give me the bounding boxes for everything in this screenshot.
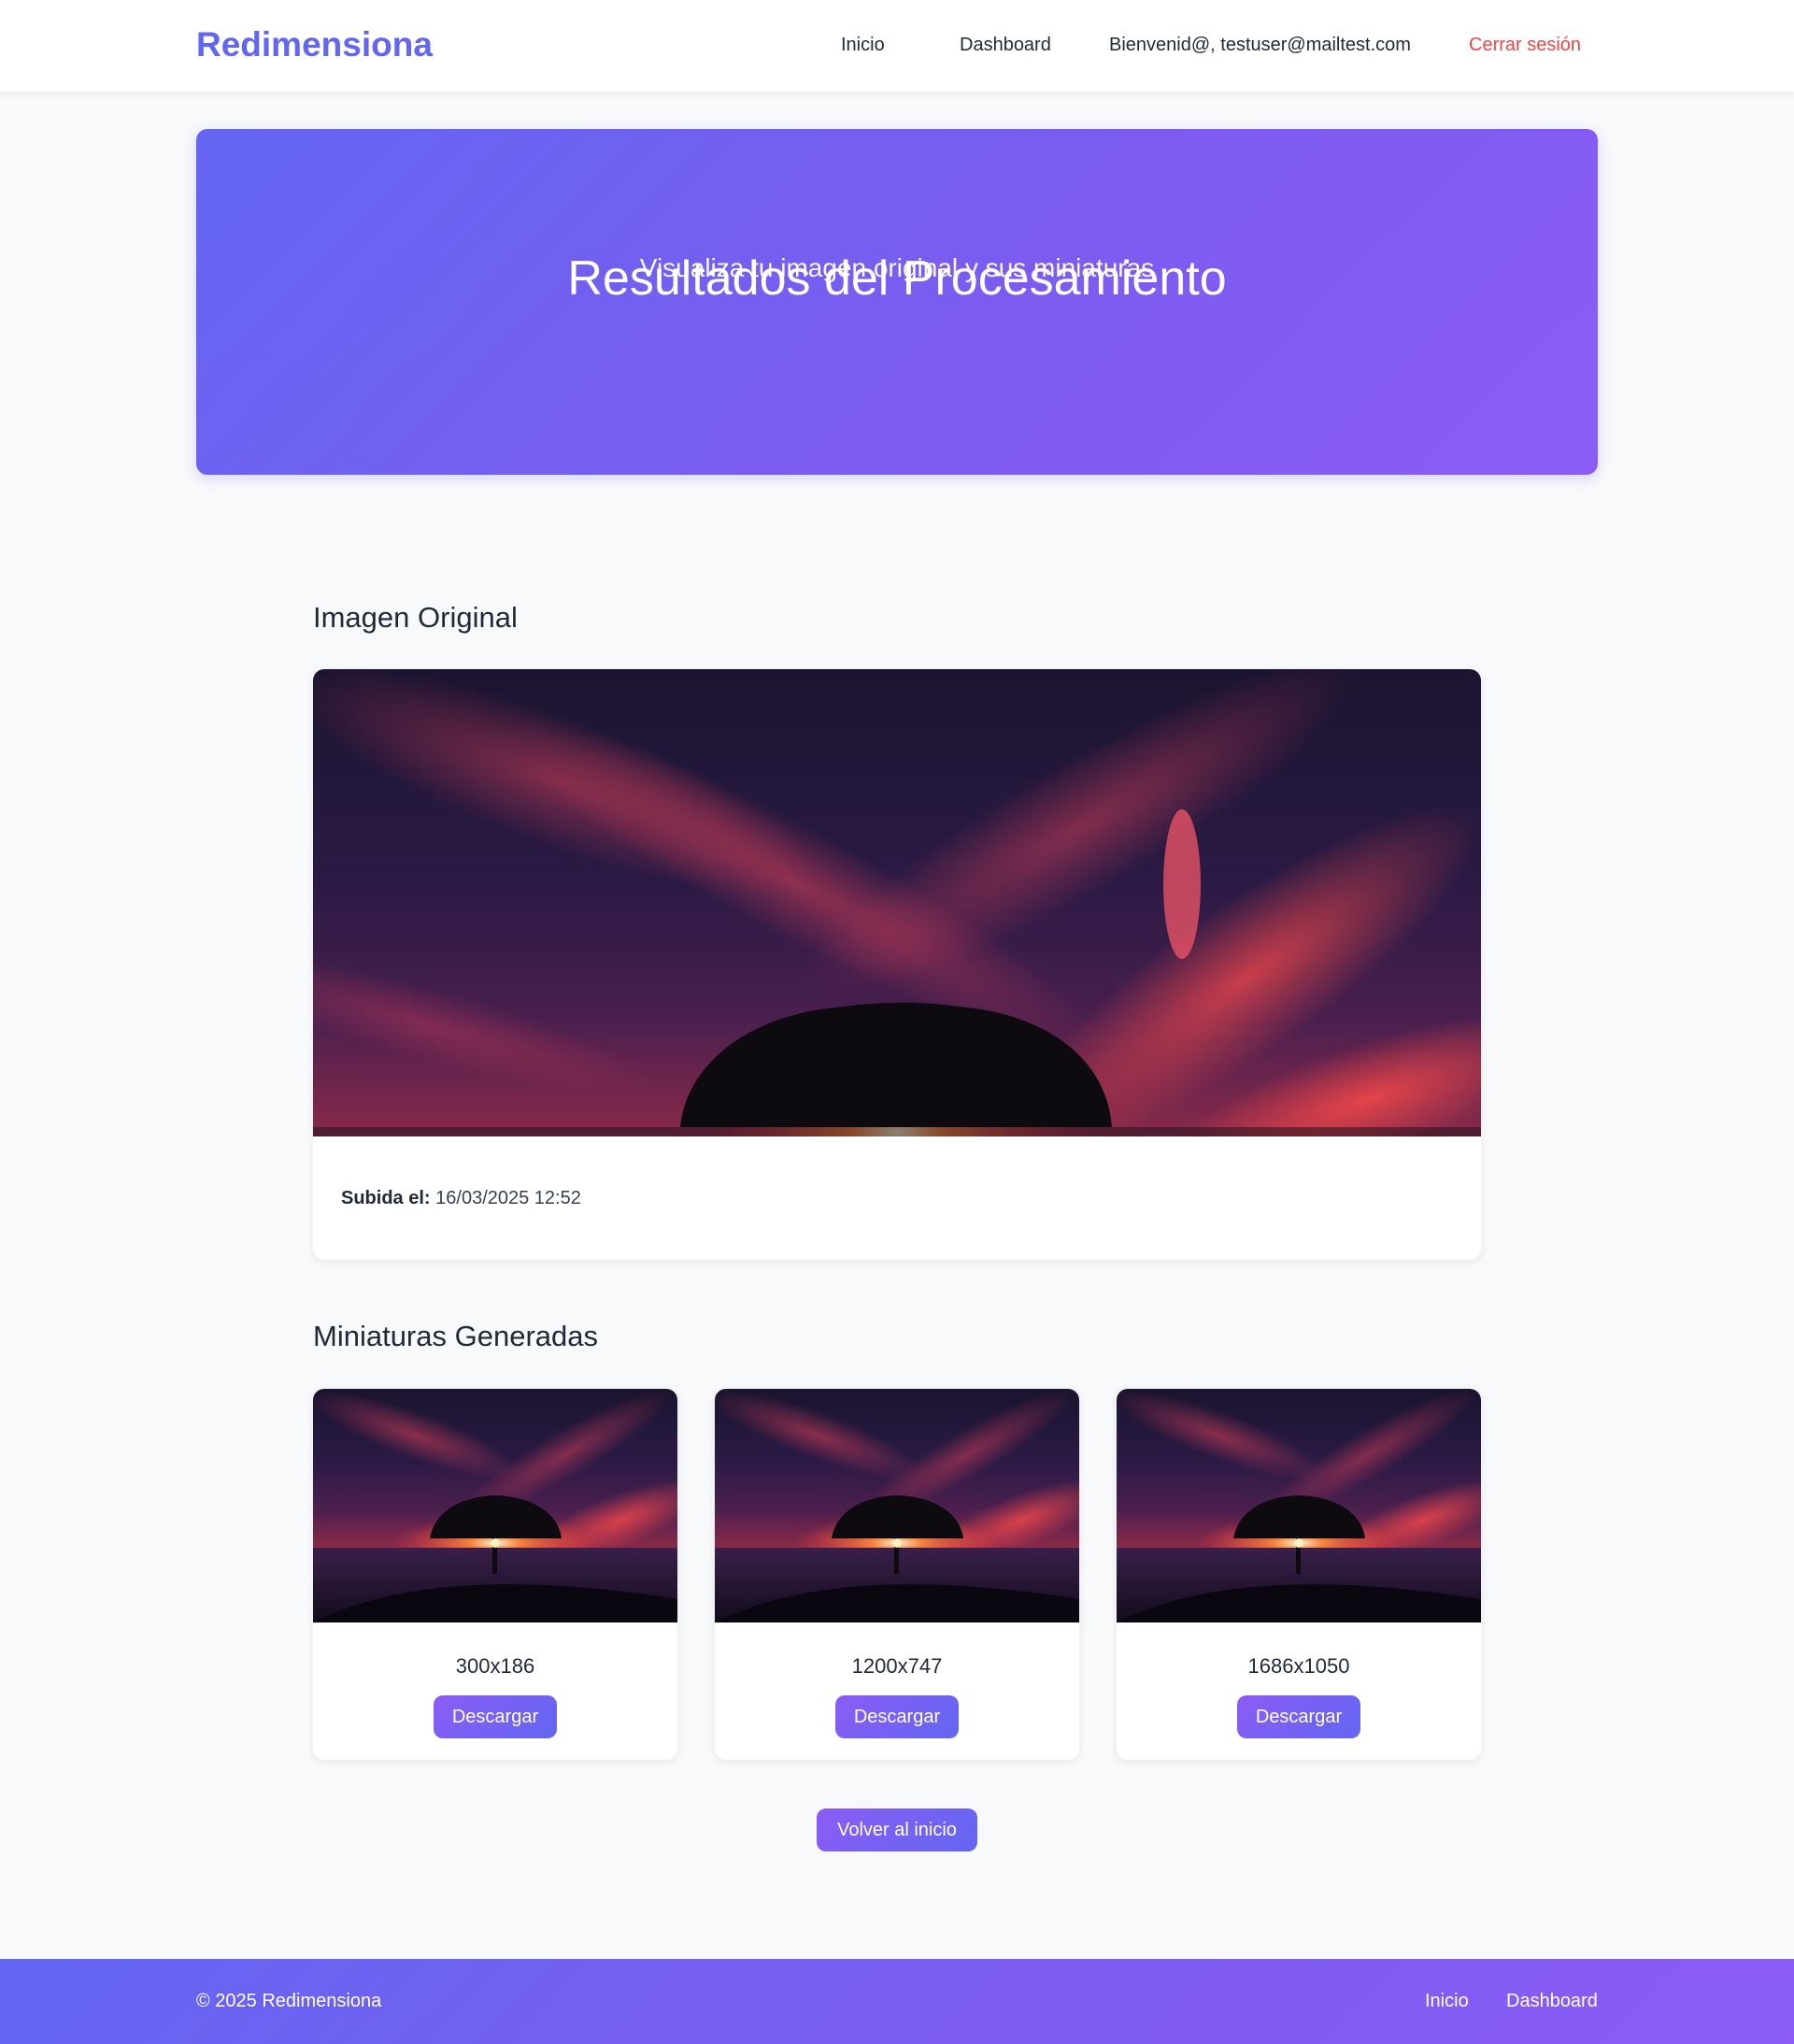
thumbnail-size: 1200x747 [851,1654,943,1678]
upload-date-label: Subida el: [341,1188,431,1208]
logout-link[interactable]: Cerrar sesión [1469,32,1581,58]
thumbnail-card: 300x186 Descargar [313,1389,677,1760]
footer: © 2025 Redimensiona Inicio Dashboard [0,1959,1794,2044]
download-button[interactable]: Descargar [434,1695,557,1738]
nav-link-inicio[interactable]: Inicio [841,32,885,58]
footer-copyright: © 2025 Redimensiona [196,1991,382,2011]
hero-banner: Resultados del Procesamiento Visualiza t… [196,129,1598,475]
back-home-button[interactable]: Volver al inicio [817,1808,977,1851]
welcome-text: Bienvenid@, testuser@mailtest.com [1109,35,1411,55]
original-image-heading: Imagen Original [313,601,518,634]
thumbnail-image [715,1389,1079,1622]
navbar: Redimensiona Inicio Dashboard Bienvenid@… [0,0,1794,92]
brand-logo[interactable]: Redimensiona [196,21,433,69]
original-image [313,669,1481,1136]
download-button[interactable]: Descargar [1237,1695,1360,1738]
nav-link-dashboard[interactable]: Dashboard [960,32,1051,58]
thumbnails-heading: Miniaturas Generadas [313,1320,598,1352]
thumbnail-size: 300x186 [455,1654,535,1678]
page-subtitle: Visualiza tu imagen original y sus minia… [639,253,1155,282]
thumbnail-image [313,1389,677,1622]
upload-date-value: 16/03/2025 12:52 [435,1188,581,1208]
upload-date-info: Subida el: 16/03/2025 12:52 [341,1185,581,1211]
footer-link-dashboard[interactable]: Dashboard [1506,1988,1598,2014]
original-image-card: Subida el: 16/03/2025 12:52 [313,669,1481,1260]
thumbnail-card: 1200x747 Descargar [715,1389,1079,1760]
thumbnail-card: 1686x1050 Descargar [1117,1389,1481,1760]
download-button[interactable]: Descargar [835,1695,959,1738]
footer-link-inicio[interactable]: Inicio [1425,1988,1469,2014]
thumbnail-image [1117,1389,1481,1622]
thumbnail-size: 1686x1050 [1247,1654,1350,1678]
